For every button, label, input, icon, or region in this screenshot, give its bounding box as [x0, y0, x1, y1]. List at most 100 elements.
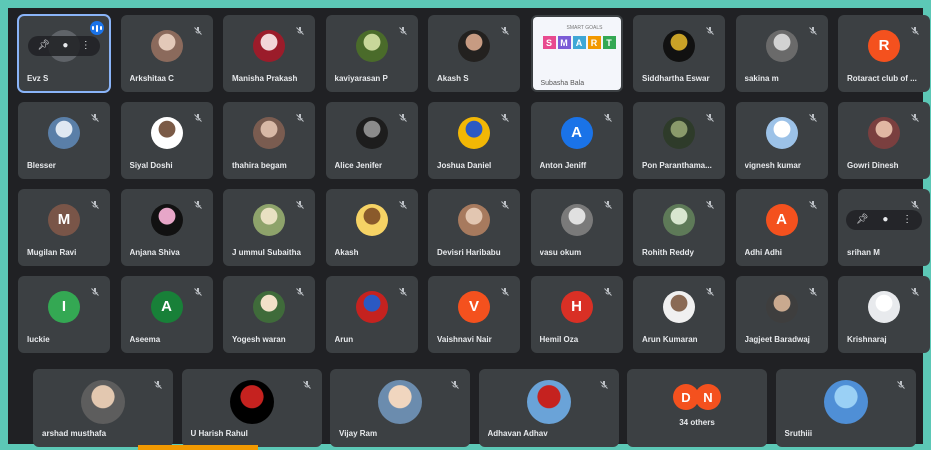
participant-tile-arkshitaa-c[interactable]: Arkshitaa C: [120, 15, 213, 92]
participant-tile-arun[interactable]: Arun: [325, 276, 418, 353]
participant-tile-thahira-begam[interactable]: thahira begam: [223, 102, 315, 179]
muted-mic-icon: [705, 197, 715, 209]
others-count: 34 others: [679, 418, 715, 427]
participant-tile-luckie[interactable]: Iluckie: [18, 276, 110, 353]
muted-mic-icon: [302, 377, 312, 389]
participant-tile-anjana-shiva[interactable]: Anjana Shiva: [120, 189, 213, 266]
participant-tile-yogesh-waran[interactable]: Yogesh waran: [223, 276, 315, 353]
avatar-photo: [150, 203, 183, 236]
participant-tile-anton-jeniff[interactable]: A Anton Jeniff: [530, 102, 623, 179]
tile-controls[interactable]: 📌︎ ● ⋮: [28, 35, 100, 56]
participant-tile-srihan-m[interactable]: 📌︎ ● ⋮ srihan M: [838, 189, 930, 266]
participant-tile-arshad-musthafa[interactable]: arshad musthafa: [33, 369, 173, 447]
participant-name: Alice Jenifer: [334, 161, 383, 170]
participant-tile-adhavan-adhav[interactable]: Adhavan Adhav: [478, 369, 619, 447]
avatar-photo: [253, 116, 285, 149]
participant-tile-siyal-doshi[interactable]: Siyal Doshi: [120, 102, 213, 179]
muted-mic-icon: [193, 284, 203, 296]
participant-tile-siddhartha-eswar[interactable]: Siddhartha Eswar: [633, 15, 725, 92]
pin-icon[interactable]: 📌︎: [37, 40, 50, 51]
participant-tile-adhi-adhi[interactable]: A Adhi Adhi: [735, 189, 828, 266]
muted-mic-icon: [153, 377, 163, 389]
participant-tile-34-others[interactable]: D N 34 others: [627, 369, 767, 447]
pin-icon[interactable]: 📌︎: [856, 214, 869, 225]
participant-tile-gowri-dinesh[interactable]: Gowri Dinesh: [838, 102, 930, 179]
avatar-photo: [868, 116, 900, 149]
muted-mic-icon: [295, 197, 305, 209]
participant-tile-u-harish-rahul[interactable]: U Harish Rahul: [181, 369, 322, 447]
participant-tile-krishnaraj[interactable]: Krishnaraj: [838, 276, 930, 353]
muted-mic-icon: [603, 284, 613, 296]
participant-name: Siddhartha Eswar: [642, 74, 710, 83]
participant-tile-hemil-oza[interactable]: H Hemil Oza: [530, 276, 623, 353]
participant-name: Hemil Oza: [539, 335, 579, 344]
avatar-photo: [560, 203, 593, 236]
participant-tile-akash[interactable]: Akash: [325, 189, 418, 266]
avatar-initial: N: [695, 384, 721, 410]
avatar-photo: [663, 116, 695, 149]
muted-mic-icon: [90, 110, 100, 122]
participant-name: srihan M: [847, 248, 880, 257]
avatar-photo: [663, 290, 695, 323]
participant-tile-subasha-bala[interactable]: SMART GOALS S M A R T Subasha Bala: [530, 15, 623, 92]
participant-name: vignesh kumar: [744, 161, 801, 170]
participant-name: Arun Kumaran: [642, 335, 698, 344]
slide-letter: T: [602, 36, 616, 49]
participant-tile-arun-kumaran[interactable]: Arun Kumaran: [633, 276, 725, 353]
participant-tile-pon-paranthama[interactable]: Pon Paranthama...: [633, 102, 725, 179]
participant-tile-akash-s[interactable]: Akash S: [428, 15, 520, 92]
avatar-photo: [150, 116, 183, 149]
mute-icon[interactable]: ●: [882, 214, 888, 225]
participant-name: luckie: [27, 335, 50, 344]
participant-tile-vaishnavi-nair[interactable]: V Vaishnavi Nair: [428, 276, 520, 353]
avatar-initial: I: [48, 290, 80, 323]
participant-tile-kaviyarasan-p[interactable]: kaviyarasan P: [325, 15, 418, 92]
avatar-photo: [663, 203, 695, 236]
muted-mic-icon: [193, 23, 203, 35]
muted-mic-icon: [910, 284, 920, 296]
mic-icon[interactable]: ●: [62, 40, 68, 51]
participant-tile-mugilan-ravi[interactable]: M Mugilan Ravi: [18, 189, 110, 266]
participant-tile-alice-jenifer[interactable]: Alice Jenifer: [325, 102, 418, 179]
participant-tile-vijay-ram[interactable]: Vijay Ram: [330, 369, 470, 447]
participant-name: Pon Paranthama...: [642, 161, 712, 170]
more-options-icon[interactable]: ⋮: [81, 40, 91, 51]
participant-name: Rohith Reddy: [642, 248, 694, 257]
tile-controls[interactable]: 📌︎ ● ⋮: [846, 209, 922, 230]
participant-tile-j-ummul-subaitha[interactable]: J ummul Subaitha: [223, 189, 315, 266]
participant-tile-blesser[interactable]: Blesser: [18, 102, 110, 179]
more-options-icon[interactable]: ⋮: [902, 214, 912, 225]
participant-tile-manisha-prakash[interactable]: Manisha Prakash: [223, 15, 315, 92]
muted-mic-icon: [398, 284, 408, 296]
muted-mic-icon: [705, 23, 715, 35]
avatar-initial: A: [765, 203, 798, 236]
participant-tile-vasu-okum[interactable]: vasu okum: [530, 189, 623, 266]
muted-mic-icon: [398, 110, 408, 122]
participant-tile-rotaract-club-of[interactable]: R Rotaract club of ...: [838, 15, 930, 92]
participant-name: Evz S: [27, 74, 49, 83]
avatar-photo: [253, 29, 285, 62]
avatar-photo: [229, 380, 274, 424]
slide-header: SMART GOALS: [566, 25, 603, 31]
avatar-photo: [765, 290, 798, 323]
avatar-photo: [458, 203, 490, 236]
participant-tile-sruthiii[interactable]: Sruthiii: [775, 369, 916, 447]
participant-tile-joshua-daniel[interactable]: Joshua Daniel: [428, 102, 520, 179]
avatar-initial: A: [560, 116, 593, 149]
participant-tile-evz-s[interactable]: 📌︎ ● ⋮ Evz S: [17, 14, 111, 93]
avatar-photo: [253, 203, 285, 236]
participant-name: Vaishnavi Nair: [437, 335, 492, 344]
participant-name: sakina m: [744, 74, 779, 83]
participant-tile-sakina-m[interactable]: sakina m: [735, 15, 828, 92]
participant-tile-devisri-haribabu[interactable]: Devisri Haribabu: [428, 189, 520, 266]
muted-mic-icon: [808, 197, 818, 209]
muted-mic-icon: [500, 110, 510, 122]
slide-letter: A: [572, 36, 586, 49]
participant-tile-jagjeet-baradwaj[interactable]: Jagjeet Baradwaj: [735, 276, 828, 353]
participant-tile-rohith-reddy[interactable]: Rohith Reddy: [633, 189, 725, 266]
avatar-initial: V: [458, 290, 490, 323]
participant-tile-aseema[interactable]: A Aseema: [120, 276, 213, 353]
muted-mic-icon: [808, 23, 818, 35]
others-avatars: DN: [673, 384, 721, 410]
participant-tile-vignesh-kumar[interactable]: vignesh kumar: [735, 102, 828, 179]
